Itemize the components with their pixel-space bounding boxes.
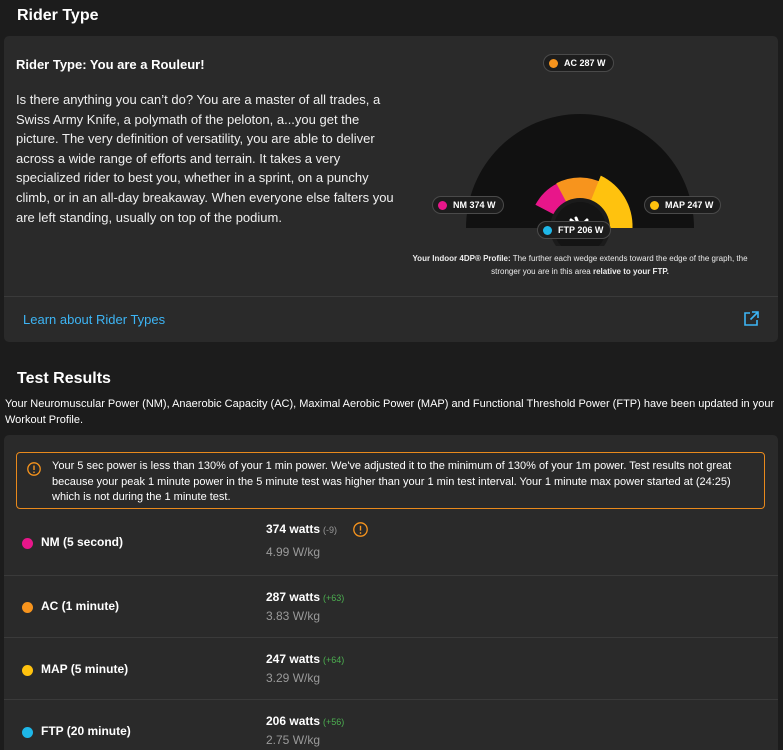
map-label: MAP 247 W — [644, 196, 722, 214]
rider-type-description: Is there anything you can’t do? You are … — [16, 92, 394, 225]
result-wkg: 3.83 W/kg — [266, 609, 321, 623]
warning-text: Your 5 sec power is less than 130% of yo… — [52, 460, 732, 503]
result-row-map: MAP (5 minute) 247 watts (+64) 3.29 W/kg — [4, 637, 778, 699]
nm-label: NM 374 W — [432, 196, 504, 214]
nm-label-text: NM 374 W — [453, 200, 496, 210]
ftp-label: FTP 206 W — [537, 221, 612, 239]
result-delta: (+63) — [323, 593, 345, 603]
result-delta: (+56) — [323, 717, 345, 727]
profile-caption-strong: Your Indoor 4DP® Profile: — [412, 254, 511, 263]
rider-type-card: Rider Type: You are a Rouleur! Is there … — [4, 36, 778, 342]
result-row-ftp: FTP (20 minute) 206 watts (+56) 2.75 W/kg — [4, 699, 778, 750]
external-link-icon[interactable] — [742, 310, 760, 328]
profile-caption-strong-end: relative to your FTP. — [592, 267, 669, 276]
rider-type-title: Rider Type — [17, 7, 99, 24]
result-watts-value: 247 watts — [266, 652, 321, 666]
map-dot — [650, 200, 659, 210]
warning-icon — [27, 462, 41, 476]
profile-caption: Your Indoor 4DP® Profile: The further ea… — [400, 252, 760, 278]
test-results-intro: Your Neuromuscular Power (NM), Anaerobic… — [5, 398, 775, 426]
result-watts-value: 374 watts — [266, 522, 321, 536]
map-label-text: MAP 247 W — [665, 200, 714, 210]
result-wkg: 2.75 W/kg — [266, 733, 321, 747]
ftp-dot — [543, 225, 552, 235]
result-delta: (+64) — [323, 655, 345, 665]
result-label: NM (5 second) — [41, 535, 124, 549]
result-delta: (-9) — [323, 525, 338, 535]
test-results-card: Your 5 sec power is less than 130% of yo… — [4, 435, 778, 750]
map-dot — [22, 665, 33, 676]
warning-icon[interactable] — [353, 522, 368, 537]
warning-box: Your 5 sec power is less than 130% of yo… — [16, 452, 765, 509]
ac-label-text: AC 287 W — [564, 58, 606, 68]
ac-dot — [549, 58, 558, 68]
result-watts-value: 287 watts — [266, 590, 321, 604]
result-label: FTP (20 minute) — [41, 724, 131, 738]
nm-dot — [22, 538, 33, 549]
result-label: AC (1 minute) — [41, 599, 119, 613]
learn-rider-types-link[interactable]: Learn about Rider Types — [23, 312, 165, 327]
result-watts: 247 watts (+64) — [266, 652, 344, 666]
test-results-title: Test Results — [17, 370, 111, 387]
result-wkg: 4.99 W/kg — [266, 545, 321, 559]
ftp-dot — [22, 727, 33, 738]
result-watts: 374 watts (-9) — [266, 522, 337, 536]
ac-label: AC 287 W — [543, 54, 614, 72]
result-watts: 206 watts (+56) — [266, 714, 344, 728]
nm-dot — [438, 200, 447, 210]
result-wkg: 3.29 W/kg — [266, 671, 321, 685]
rider-type-heading: Rider Type: You are a Rouleur! — [16, 57, 205, 72]
card-divider — [4, 296, 778, 297]
result-row-ac: AC (1 minute) 287 watts (+63) 3.83 W/kg — [4, 575, 778, 637]
ac-dot — [22, 602, 33, 613]
result-label: MAP (5 minute) — [41, 662, 129, 676]
result-row-nm: NM (5 second) 374 watts (-9) 4.99 W/kg — [4, 513, 778, 575]
result-watts: 287 watts (+63) — [266, 590, 344, 604]
ftp-label-text: FTP 206 W — [558, 225, 604, 235]
result-watts-value: 206 watts — [266, 714, 321, 728]
